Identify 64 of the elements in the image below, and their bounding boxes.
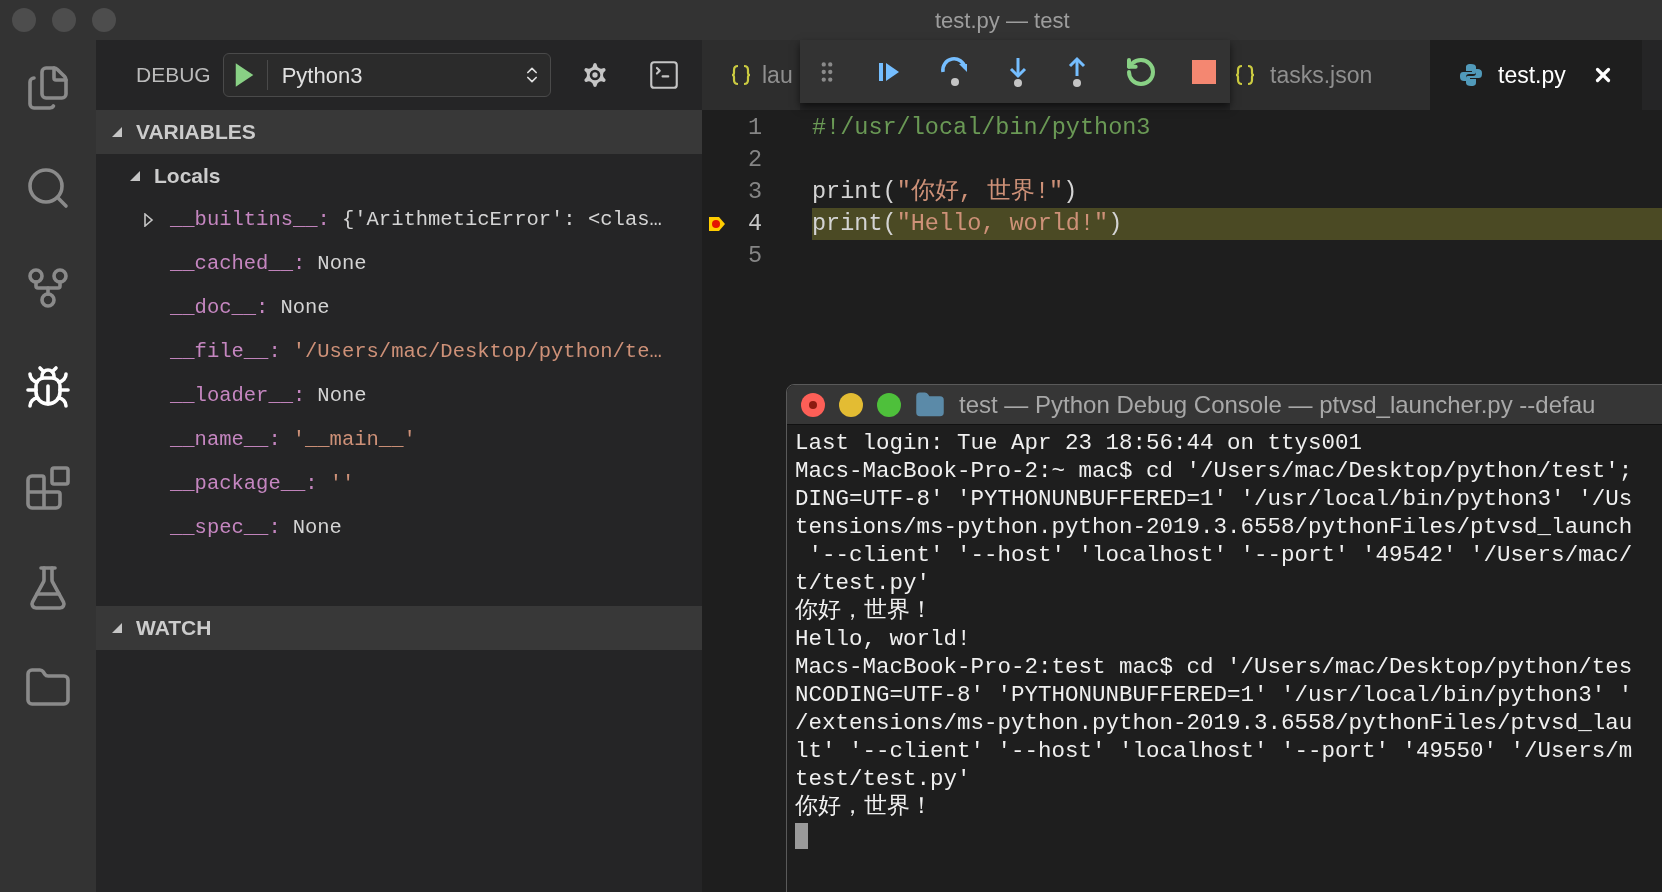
line-number: 4 (746, 209, 762, 240)
variable-value: '/Users/mac/Desktop/python/te… (292, 338, 662, 365)
configuration-select[interactable]: Python3 (222, 53, 551, 97)
terminal-line: Last login: Tue Apr 23 18:56:44 on ttys001 (795, 429, 1364, 457)
restart-icon[interactable] (1124, 55, 1157, 88)
variable-value: {'ArithmeticError': <clas… (341, 206, 662, 233)
terminal-line: DING=UTF-8' 'PYTHONUNBUFFERED=1' '/usr/local/bin/python3' '/Us (795, 485, 1634, 513)
variable-value: None (317, 382, 367, 409)
variable-name[interactable]: __loader__: (170, 380, 306, 412)
editor-tab[interactable]: test.py (1430, 40, 1642, 110)
terminal-line: tensions/ms-python.python-2019.3.6558/pythonFiles/ptvsd_launch (795, 513, 1634, 541)
terminal-line: NCODING=UTF-8' 'PYTHONUNBUFFERED=1' '/usr/local/bin/python3' ' (795, 681, 1634, 709)
python-icon (1458, 62, 1484, 88)
tab-label: tasks.json (1270, 60, 1373, 90)
variable-name[interactable]: __name__: (170, 424, 281, 456)
scope-name[interactable]: Locals (154, 160, 221, 192)
window-title: test.py — test (935, 6, 1070, 35)
configuration-name: Python3 (280, 61, 364, 90)
tab-label: lau (762, 60, 793, 90)
terminal-line: Macs-MacBook-Pro-2:test mac$ cd '/Users/mac/Desktop/python/tes (795, 653, 1634, 681)
terminal-line: 你好，世界！ (795, 597, 934, 625)
editor-tab[interactable]: lau (702, 40, 800, 110)
terminal-title: test — Python Debug Console — ptvsd_launcher.py --defau (959, 389, 1596, 420)
section-title: VARIABLES (136, 119, 256, 146)
variable-name[interactable]: __doc__: (170, 292, 269, 324)
variable-value: '__main__' (292, 426, 416, 453)
variable-value: None (280, 294, 330, 321)
terminal-line: '--client' '--host' 'localhost' '--port' '49542' '/Users/mac/ (807, 541, 1634, 569)
variable-value: None (317, 250, 367, 277)
chevron-icon[interactable] (142, 213, 156, 227)
blocks-icon[interactable] (24, 464, 72, 512)
section-header[interactable]: VARIABLES (96, 110, 702, 154)
variable-name[interactable]: __package__: (170, 468, 318, 500)
variable-name[interactable]: __builtins__: (170, 204, 330, 236)
line-number: 1 (746, 113, 762, 144)
code-line: print("你好, 世界!") (812, 177, 1078, 208)
breakpoint-arrow-icon (708, 216, 726, 232)
debug-label: DEBUG (136, 62, 211, 89)
variable-value: '' (329, 470, 355, 497)
variable-name[interactable]: __cached__: (170, 248, 306, 280)
stop-icon[interactable] (1191, 59, 1216, 84)
terminal-line: test/test.py' (795, 765, 972, 793)
braces-icon (1234, 64, 1256, 86)
tab-label: test.py (1498, 60, 1566, 90)
code-line: #!/usr/local/bin/python3 (812, 113, 1151, 144)
terminal-line: lt' '--client' '--host' 'localhost' '--port' '49550' '/Users/m (795, 737, 1634, 765)
caret-icon[interactable] (128, 169, 142, 183)
braces-icon (730, 64, 752, 86)
line-number: 3 (746, 177, 762, 208)
caret-icon[interactable] (110, 621, 124, 635)
terminal-line: t/test.py' (795, 569, 932, 597)
editor-tab[interactable]: tasks.json (1230, 40, 1430, 110)
terminal-line: 你好，世界！ (795, 793, 934, 821)
section-title: WATCH (136, 615, 212, 642)
section-header[interactable]: WATCH (96, 606, 702, 650)
caret-icon[interactable] (110, 125, 124, 139)
terminal-line: /extensions/ms-python.python-2019.3.6558/pythonFiles/ptvsd_lau (795, 709, 1634, 737)
line-number: 5 (746, 241, 762, 272)
line-number: 2 (746, 145, 762, 176)
terminal-line: Hello, world! (795, 625, 972, 653)
terminal-line: Macs-MacBook-Pro-2:~ mac$ cd '/Users/mac/Desktop/python/test'; (795, 457, 1634, 485)
variable-name[interactable]: __file__: (170, 336, 281, 368)
variable-value: None (292, 514, 342, 541)
variable-name[interactable]: __spec__: (170, 512, 281, 544)
